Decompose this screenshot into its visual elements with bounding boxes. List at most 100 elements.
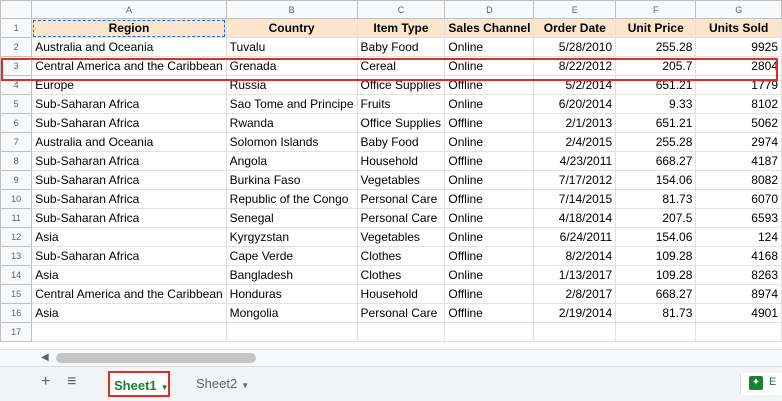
row-header[interactable]: 12 <box>0 227 33 247</box>
select-all-corner[interactable] <box>0 0 33 19</box>
cell-sales-channel[interactable]: Offline <box>444 113 535 133</box>
row-header[interactable]: 3 <box>0 56 33 76</box>
header-cell-item-type[interactable]: Item Type <box>356 18 446 38</box>
row-header[interactable]: 16 <box>0 303 33 323</box>
cell-unit-price[interactable]: 109.28 <box>615 265 697 285</box>
row-header[interactable]: 11 <box>0 208 33 228</box>
cell-country[interactable]: Solomon Islands <box>225 132 358 152</box>
row-header[interactable]: 1 <box>0 18 33 38</box>
row-header[interactable]: 17 <box>0 322 33 342</box>
cell-item-type[interactable]: Household <box>356 151 446 171</box>
cell-unit-price[interactable]: 81.73 <box>615 303 697 323</box>
column-header-e[interactable]: E <box>533 0 617 19</box>
cell-units-sold[interactable]: 1779 <box>695 75 782 95</box>
cell-region[interactable]: Australia and Oceania <box>31 132 227 152</box>
cell-item-type[interactable]: Fruits <box>356 94 446 114</box>
caret-down-icon[interactable]: ▼ <box>161 383 169 392</box>
row-header[interactable]: 14 <box>0 265 33 285</box>
chevron-left-icon[interactable]: ◀ <box>41 352 49 363</box>
cell-country[interactable]: Burkina Faso <box>225 170 358 190</box>
cell-sales-channel[interactable]: Online <box>444 56 535 76</box>
cell-order-date[interactable]: 1/13/2017 <box>533 265 617 285</box>
cell-region[interactable]: Sub-Saharan Africa <box>31 246 227 266</box>
cell-unit-price[interactable]: 651.21 <box>615 75 697 95</box>
cell-region[interactable]: Sub-Saharan Africa <box>31 151 227 171</box>
column-header-b[interactable]: B <box>225 0 358 19</box>
header-cell-unit-price[interactable]: Unit Price <box>615 18 697 38</box>
cell-region[interactable]: Sub-Saharan Africa <box>31 170 227 190</box>
cell-unit-price[interactable]: 9.33 <box>615 94 697 114</box>
cell[interactable] <box>695 322 782 342</box>
cell[interactable] <box>356 322 446 342</box>
cell-sales-channel[interactable]: Online <box>444 37 535 57</box>
cell-sales-channel[interactable]: Online <box>444 170 535 190</box>
cell-unit-price[interactable]: 651.21 <box>615 113 697 133</box>
column-header-c[interactable]: C <box>356 0 446 19</box>
cell-item-type[interactable]: Personal Care <box>356 303 446 323</box>
cell-region[interactable]: Australia and Oceania <box>31 37 227 57</box>
cell-units-sold[interactable]: 6070 <box>695 189 782 209</box>
tab-sheet2[interactable]: Sheet2 ▼ <box>190 371 255 397</box>
cell-item-type[interactable]: Baby Food <box>356 37 446 57</box>
cell-region[interactable]: Sub-Saharan Africa <box>31 94 227 114</box>
cell-country[interactable]: Cape Verde <box>225 246 358 266</box>
cell-sales-channel[interactable]: Offline <box>444 189 535 209</box>
cell-item-type[interactable]: Clothes <box>356 265 446 285</box>
row-header[interactable]: 9 <box>0 170 33 190</box>
cell-units-sold[interactable]: 5062 <box>695 113 782 133</box>
cell-order-date[interactable]: 8/22/2012 <box>533 56 617 76</box>
cell-country[interactable]: Senegal <box>225 208 358 228</box>
cell-country[interactable]: Tuvalu <box>225 37 358 57</box>
cell-sales-channel[interactable]: Online <box>444 208 535 228</box>
cell-order-date[interactable]: 6/20/2014 <box>533 94 617 114</box>
cell-sales-channel[interactable]: Offline <box>444 284 535 304</box>
cell-unit-price[interactable]: 668.27 <box>615 284 697 304</box>
cell-units-sold[interactable]: 2804 <box>695 56 782 76</box>
cell-unit-price[interactable]: 81.73 <box>615 189 697 209</box>
cell-country[interactable]: Sao Tome and Principe <box>225 94 358 114</box>
row-header[interactable]: 7 <box>0 132 33 152</box>
cell-item-type[interactable]: Vegetables <box>356 227 446 247</box>
cell-units-sold[interactable]: 8082 <box>695 170 782 190</box>
cell-order-date[interactable]: 2/19/2014 <box>533 303 617 323</box>
caret-down-icon[interactable]: ▼ <box>241 381 249 390</box>
cell-order-date[interactable]: 2/4/2015 <box>533 132 617 152</box>
header-cell-region[interactable]: Region <box>31 18 227 38</box>
cell-region[interactable]: Asia <box>31 227 227 247</box>
cell-unit-price[interactable]: 207.5 <box>615 208 697 228</box>
horizontal-scrollbar[interactable]: ◀ <box>0 349 782 367</box>
column-header-g[interactable]: G <box>695 0 782 19</box>
explore-button[interactable]: ✦ E <box>740 373 782 395</box>
cell-unit-price[interactable]: 205.7 <box>615 56 697 76</box>
row-header[interactable]: 2 <box>0 37 33 57</box>
cell-order-date[interactable]: 7/14/2015 <box>533 189 617 209</box>
cell-region[interactable]: Asia <box>31 265 227 285</box>
cell-country[interactable]: Rwanda <box>225 113 358 133</box>
header-cell-units-sold[interactable]: Units Sold <box>695 18 782 38</box>
list-icon[interactable]: ≡ <box>67 373 76 391</box>
cell-region[interactable]: Central America and the Caribbean <box>31 56 227 76</box>
column-header-a[interactable]: A <box>31 0 227 19</box>
cell-country[interactable]: Grenada <box>225 56 358 76</box>
cell-unit-price[interactable]: 154.06 <box>615 170 697 190</box>
cell-item-type[interactable]: Vegetables <box>356 170 446 190</box>
cell-item-type[interactable]: Household <box>356 284 446 304</box>
cell-order-date[interactable]: 5/28/2010 <box>533 37 617 57</box>
header-cell-order-date[interactable]: Order Date <box>533 18 617 38</box>
cell-units-sold[interactable]: 4187 <box>695 151 782 171</box>
cell-sales-channel[interactable]: Offline <box>444 246 535 266</box>
cell-order-date[interactable]: 6/24/2011 <box>533 227 617 247</box>
cell-units-sold[interactable]: 8974 <box>695 284 782 304</box>
cell-region[interactable]: Sub-Saharan Africa <box>31 189 227 209</box>
tab-sheet1[interactable]: Sheet1 ▼ <box>108 371 170 397</box>
cell-country[interactable]: Russia <box>225 75 358 95</box>
cell-order-date[interactable]: 8/2/2014 <box>533 246 617 266</box>
cell-units-sold[interactable]: 124 <box>695 227 782 247</box>
cell-units-sold[interactable]: 8263 <box>695 265 782 285</box>
cell-unit-price[interactable]: 255.28 <box>615 132 697 152</box>
row-header[interactable]: 15 <box>0 284 33 304</box>
spreadsheet-grid[interactable]: A B C D E F G 1 Region Country Item Type… <box>0 0 782 343</box>
scrollbar-thumb[interactable] <box>56 353 256 363</box>
cell-item-type[interactable]: Baby Food <box>356 132 446 152</box>
cell-country[interactable]: Republic of the Congo <box>225 189 358 209</box>
